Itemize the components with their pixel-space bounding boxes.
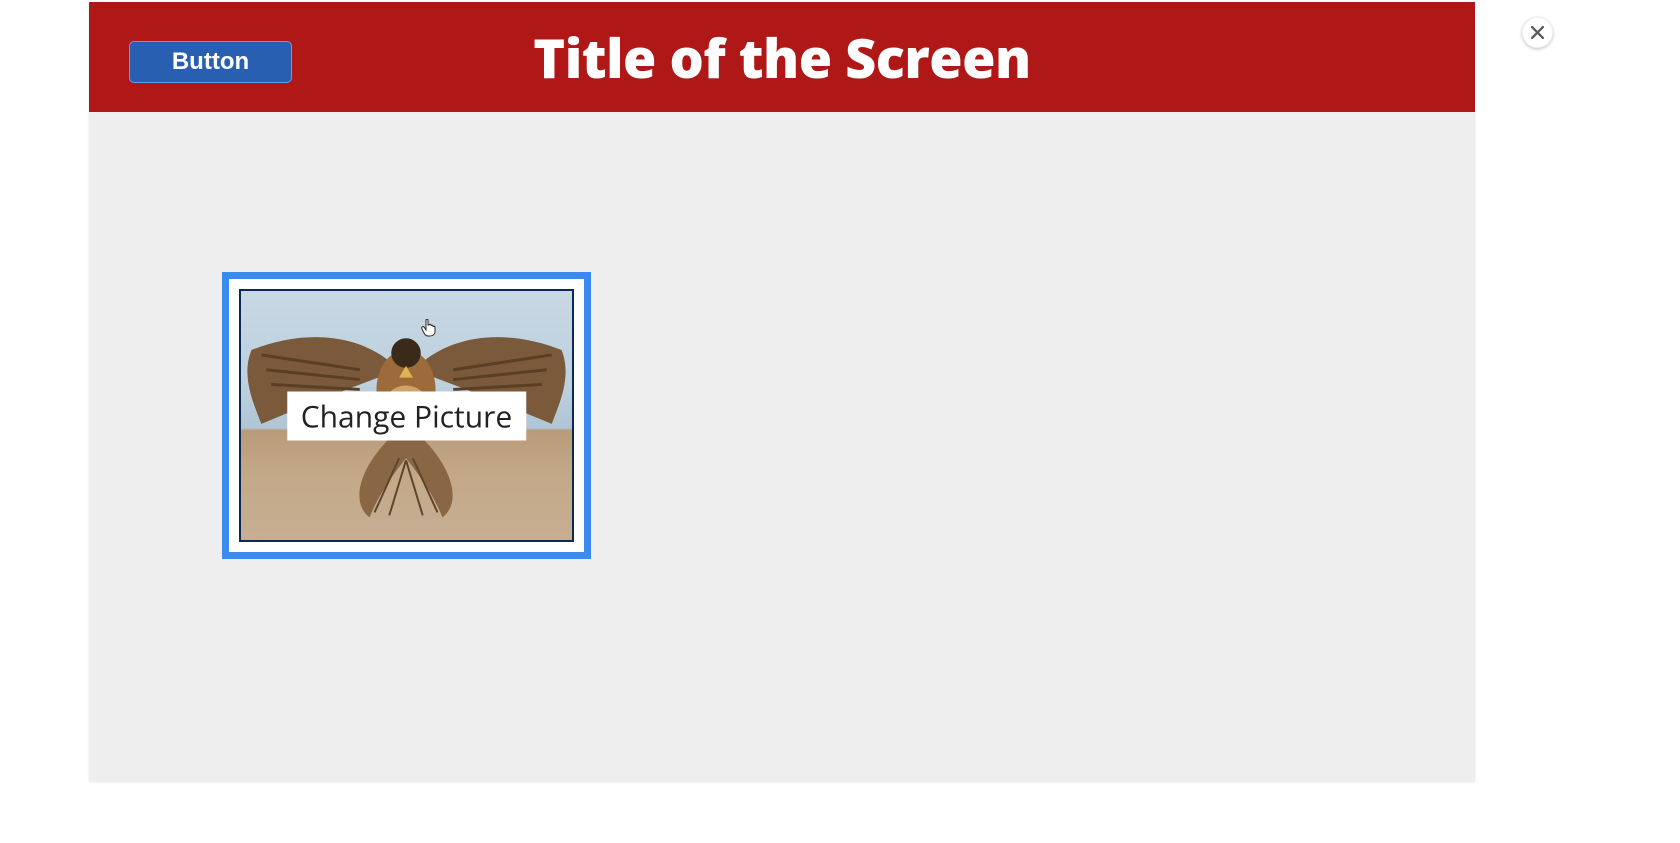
content-area: Change Picture [89,112,1475,781]
header-button[interactable]: Button [129,41,292,83]
image-preview: Change Picture [239,289,574,542]
close-icon [1531,26,1544,39]
screen-panel: Button Title of the Screen [89,2,1475,781]
viewport: Button Title of the Screen [0,0,1680,843]
screen-title: Title of the Screen [533,20,1030,94]
header-bar: Button Title of the Screen [89,2,1475,112]
change-picture-label: Change Picture [287,391,526,440]
close-button[interactable] [1522,17,1553,48]
image-picker[interactable]: Change Picture [222,272,591,559]
